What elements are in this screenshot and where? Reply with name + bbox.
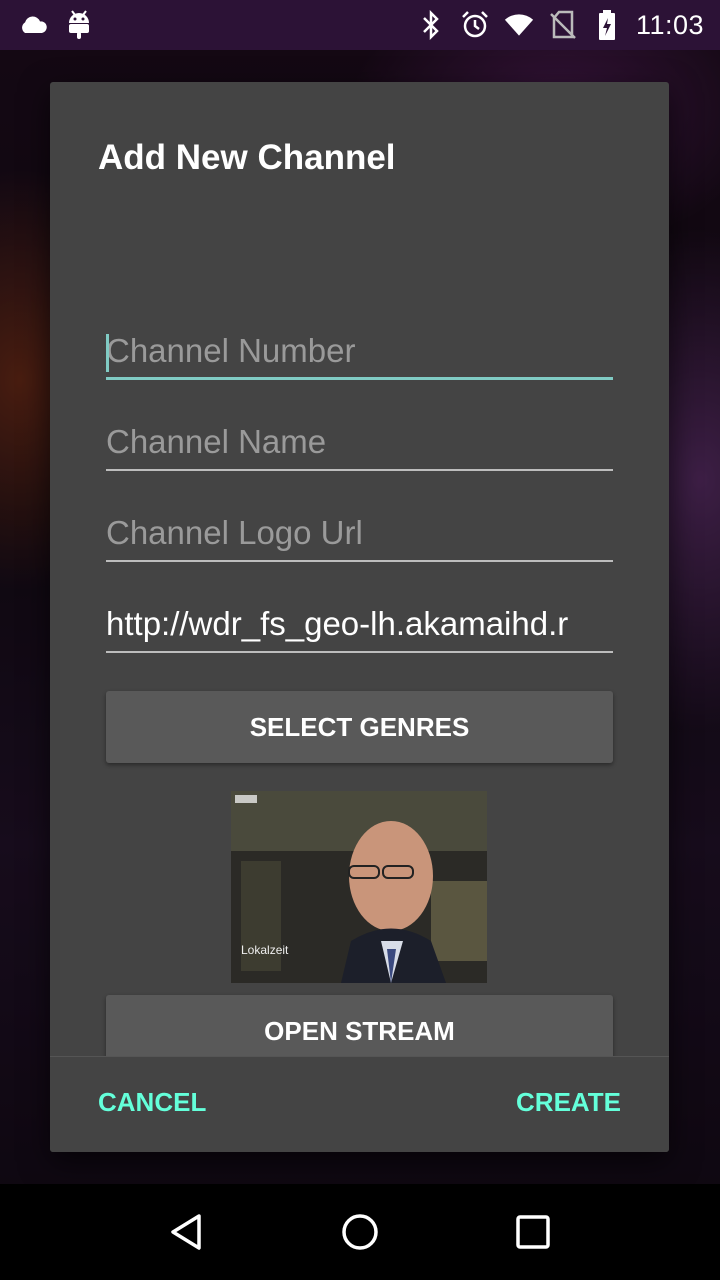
dialog-actions: CANCEL CREATE xyxy=(50,1057,669,1152)
back-icon[interactable] xyxy=(157,1202,217,1262)
channel-logo-url-field[interactable] xyxy=(106,506,613,562)
status-left xyxy=(18,10,94,40)
channel-number-field[interactable] xyxy=(106,324,613,380)
channel-number-input[interactable] xyxy=(106,324,613,377)
stream-url-input[interactable] xyxy=(106,597,613,651)
stream-url-field[interactable] xyxy=(106,597,613,653)
stream-preview-thumbnail: Lokalzeit xyxy=(231,791,487,983)
screen: 11:03 Add New Channel SELECT GENRES xyxy=(0,0,720,1280)
channel-name-field[interactable] xyxy=(106,415,613,471)
bluetooth-icon xyxy=(416,10,446,40)
wifi-icon xyxy=(504,10,534,40)
android-icon xyxy=(64,10,94,40)
navigation-bar xyxy=(0,1184,720,1280)
preview-overlay-text: Lokalzeit xyxy=(241,943,289,957)
select-genres-button[interactable]: SELECT GENRES xyxy=(106,691,613,763)
create-button[interactable]: CREATE xyxy=(516,1087,621,1118)
cloud-icon xyxy=(18,10,48,40)
status-time: 11:03 xyxy=(635,9,704,40)
no-sim-icon xyxy=(548,10,578,40)
recents-icon[interactable] xyxy=(503,1202,563,1262)
home-icon[interactable] xyxy=(330,1202,390,1262)
status-right: 11:03 xyxy=(416,10,704,41)
dialog-title: Add New Channel xyxy=(98,138,396,177)
battery-icon xyxy=(592,10,622,40)
cancel-button[interactable]: CANCEL xyxy=(98,1087,206,1118)
add-channel-dialog: Add New Channel SELECT GENRES xyxy=(50,82,669,1152)
channel-logo-url-input[interactable] xyxy=(106,506,613,560)
alarm-icon xyxy=(460,10,490,40)
text-cursor xyxy=(106,334,109,372)
channel-name-input[interactable] xyxy=(106,415,613,469)
status-bar: 11:03 xyxy=(0,0,720,50)
